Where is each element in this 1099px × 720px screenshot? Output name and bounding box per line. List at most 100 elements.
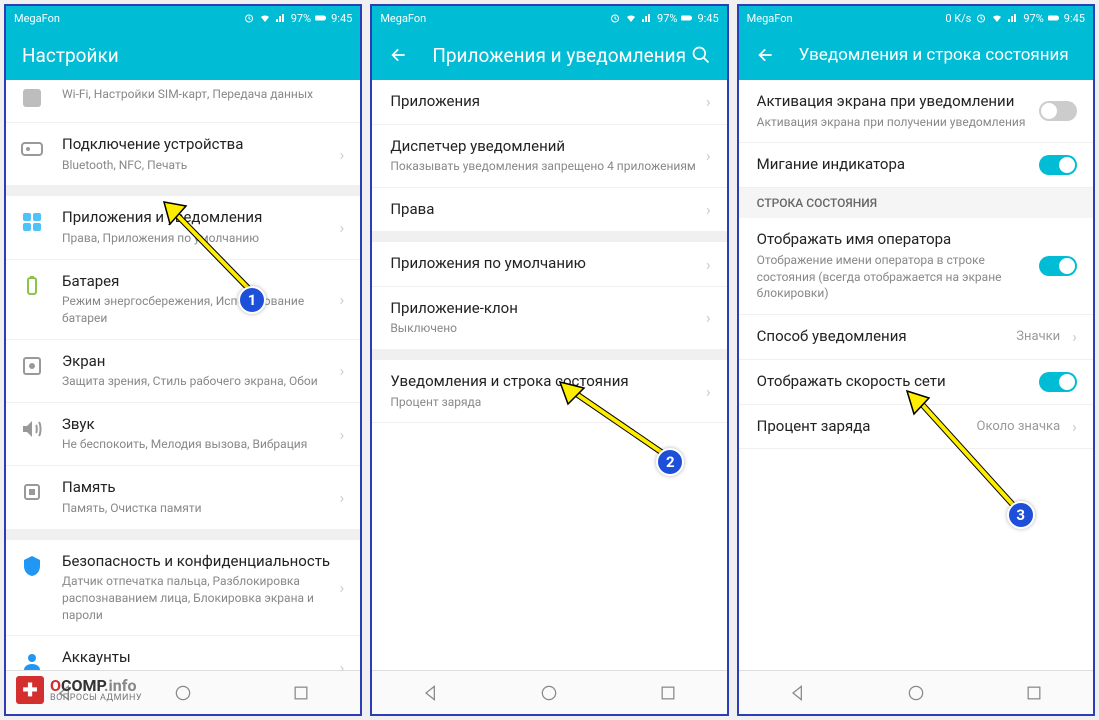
notif-header: Уведомления и строка состояния [739,30,1093,80]
chevron-right-icon: › [1072,327,1077,346]
alarm-icon [609,12,621,24]
settings-list[interactable]: Wi-Fi, Настройки SIM-карт, Передача данн… [6,80,360,670]
carrier-label: MegaFon [14,12,60,25]
battery-icon [681,12,693,24]
nav-back[interactable] [788,683,808,703]
settings-item-battery[interactable]: БатареяРежим энергосбережения, Использов… [6,260,360,340]
header-title: Настройки [22,44,119,67]
chevron-right-icon: › [340,361,345,380]
nav-home[interactable] [539,683,559,703]
watermark-icon: ✚ [16,676,44,704]
nav-recent[interactable] [1024,683,1044,703]
chevron-right-icon: › [340,290,345,309]
toggle-show-speed[interactable] [1039,372,1077,392]
time-label: 9:45 [1064,12,1085,25]
toggle-show-carrier[interactable] [1039,256,1077,276]
chevron-right-icon: › [340,658,345,670]
wifi-icon [991,12,1003,24]
security-icon [20,554,44,578]
signal-icon [1007,12,1019,24]
chevron-right-icon: › [340,488,345,507]
item-notif-method[interactable]: Способ уведомления Значки › [739,315,1093,360]
connection-icon [20,137,44,161]
alarm-icon [243,12,255,24]
section-statusbar: СТРОКА СОСТОЯНИЯ [739,188,1093,218]
settings-item-wireless[interactable]: Wi-Fi, Настройки SIM-карт, Передача данн… [6,80,360,123]
display-icon [20,354,44,378]
chevron-right-icon: › [340,145,345,164]
item-battery-percent[interactable]: Процент заряда Около значка › [739,405,1093,450]
settings-item-accounts[interactable]: АккаунтыДобавление/управление аккаунтами… [6,636,360,670]
settings-item-sound[interactable]: ЗвукНе беспокоить, Мелодия вызова, Вибра… [6,403,360,466]
badge-1: 1 [238,286,266,314]
settings-item-apps[interactable]: Приложения и уведомленияПрава, Приложени… [6,196,360,259]
status-bar: MegaFon 0 K/s 97% 9:45 [739,6,1093,30]
nav-home[interactable] [173,683,193,703]
settings-item-security[interactable]: Безопасность и конфиденциальностьДатчик … [6,540,360,637]
speed-label: 0 K/s [945,12,971,25]
item-app-clone[interactable]: Приложение-клонВыключено › [372,287,726,350]
status-icons: 0 K/s 97% 9:45 [945,12,1085,25]
signal-icon [641,12,653,24]
item-led-blink[interactable]: Мигание индикатора [739,143,1093,188]
badge-3: 3 [1007,501,1035,529]
search-button[interactable] [691,45,711,65]
accounts-icon [20,650,44,670]
time-label: 9:45 [697,12,718,25]
settings-header: Настройки [6,30,360,80]
status-icons: 97% 9:45 [243,12,353,25]
item-notif-manager[interactable]: Диспетчер уведомленийПоказывать уведомле… [372,125,726,188]
chevron-right-icon: › [706,382,711,401]
toggle-led-blink[interactable] [1039,155,1077,175]
nav-back[interactable] [421,683,441,703]
phone-screen-2: MegaFon 97% 9:45 Приложения и уведомлени… [370,4,728,716]
item-screen-activate[interactable]: Активация экрана при уведомленииАктиваци… [739,80,1093,143]
nav-recent[interactable] [658,683,678,703]
carrier-label: MegaFon [747,12,793,25]
item-permissions[interactable]: Права › [372,188,726,233]
toggle-screen-activate[interactable] [1039,101,1077,121]
back-button[interactable] [388,45,408,65]
signal-icon [275,12,287,24]
nav-recent[interactable] [291,683,311,703]
item-apps[interactable]: Приложения › [372,80,726,125]
watermark: ✚ OCOMP.info ВОПРОСЫ АДМИНУ [16,676,142,704]
settings-item-connection[interactable]: Подключение устройстваBluetooth, NFC, Пе… [6,123,360,186]
battery-percent: 97% [291,12,311,25]
memory-icon [20,480,44,504]
battery-icon [1048,12,1060,24]
notif-list[interactable]: Активация экрана при уведомленииАктиваци… [739,80,1093,670]
chevron-right-icon: › [706,200,711,219]
apps-list[interactable]: Приложения › Диспетчер уведомленийПоказы… [372,80,726,670]
sound-icon [20,417,44,441]
status-bar: MegaFon 97% 9:45 [372,6,726,30]
settings-item-display[interactable]: ЭкранЗащита зрения, Стиль рабочего экран… [6,340,360,403]
time-label: 9:45 [331,12,352,25]
chevron-right-icon: › [706,308,711,327]
header-title: Уведомления и строка состояния [799,45,1069,65]
alarm-icon [975,12,987,24]
status-icons: 97% 9:45 [609,12,719,25]
battery-percent: 97% [1023,12,1043,25]
item-notif-statusbar[interactable]: Уведомления и строка состоянияПроцент за… [372,360,726,423]
nav-home[interactable] [906,683,926,703]
nav-bar [372,670,726,714]
apps-icon [20,210,44,234]
battery-icon [315,12,327,24]
chevron-right-icon: › [340,425,345,444]
item-show-speed[interactable]: Отображать скорость сети [739,360,1093,405]
item-default-apps[interactable]: Приложения по умолчанию › [372,242,726,287]
back-button[interactable] [755,45,775,65]
battery-settings-icon [20,274,44,298]
item-show-carrier[interactable]: Отображать имя оператораОтображение имен… [739,218,1093,315]
wireless-icon [20,86,44,110]
status-bar: MegaFon 97% 9:45 [6,6,360,30]
phone-screen-3: MegaFon 0 K/s 97% 9:45 Уведомления и стр… [737,4,1095,716]
apps-header: Приложения и уведомления [372,30,726,80]
chevron-right-icon: › [706,255,711,274]
wifi-icon [259,12,271,24]
chevron-right-icon: › [340,218,345,237]
battery-percent: 97% [657,12,677,25]
settings-item-memory[interactable]: ПамятьПамять, Очистка памяти › [6,466,360,529]
nav-bar [739,670,1093,714]
